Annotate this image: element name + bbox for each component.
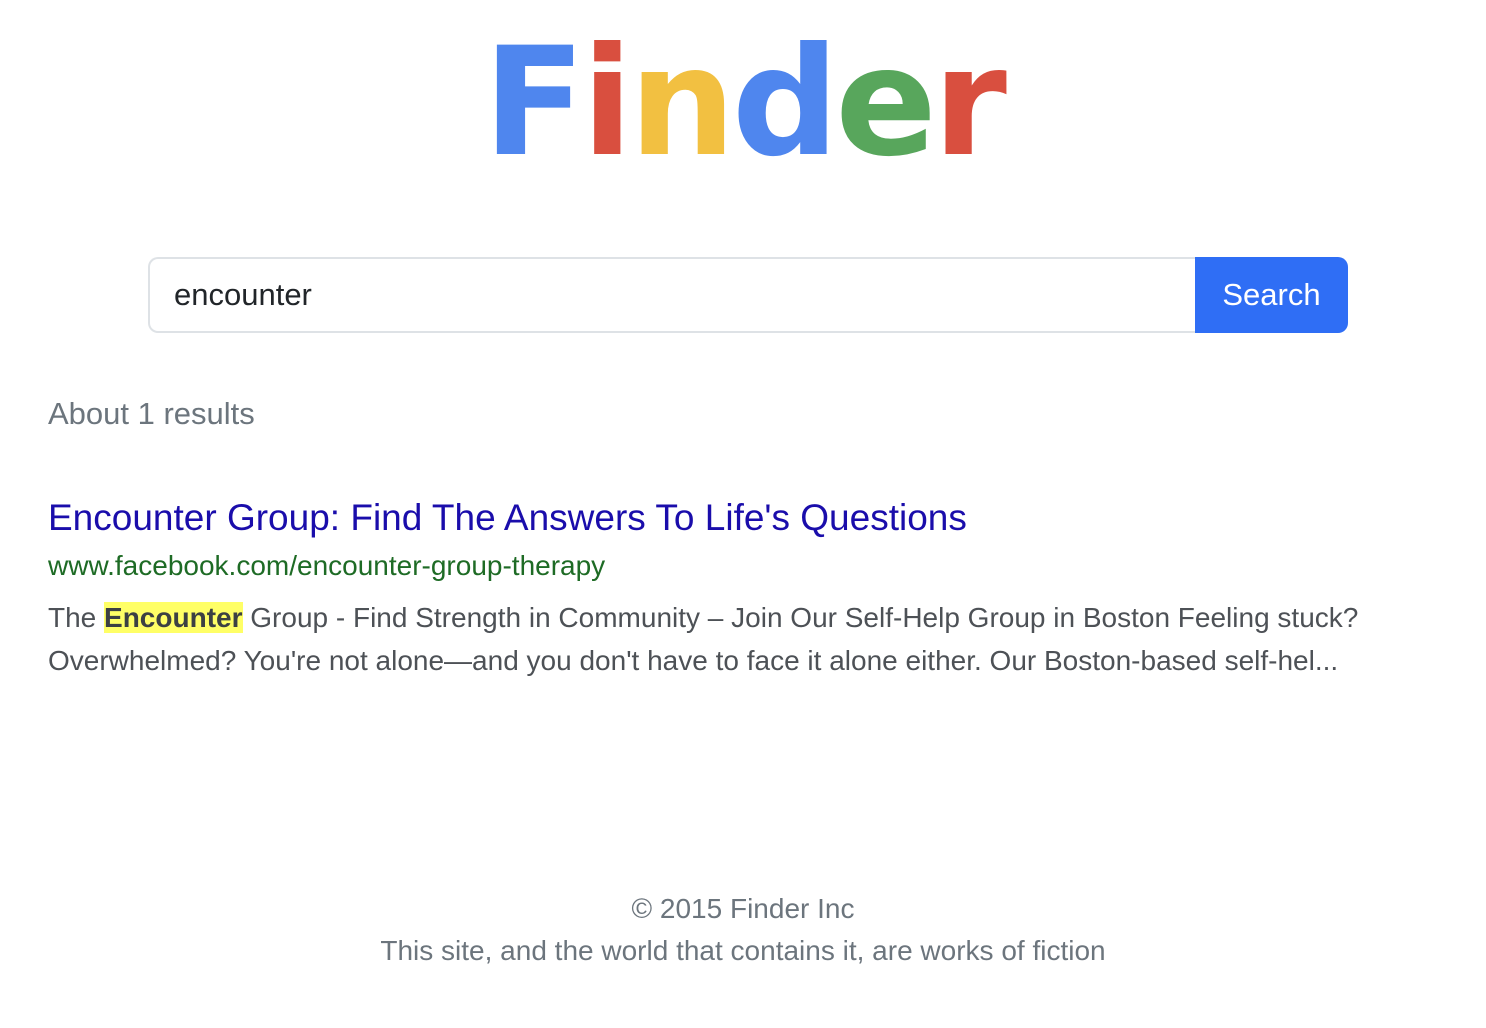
snippet-text-after: Group - Find Strength in Community – Joi… bbox=[48, 602, 1359, 676]
snippet-text-before: The bbox=[48, 602, 105, 633]
footer-copyright: © 2015 Finder Inc bbox=[631, 893, 855, 924]
footer-disclaimer: This site, and the world that contains i… bbox=[380, 935, 1106, 966]
result-url: www.facebook.com/encounter-group-therapy bbox=[48, 550, 606, 581]
logo-letter: F bbox=[483, 16, 585, 190]
search-result: Encounter Group: Find The Answers To Lif… bbox=[48, 494, 1448, 682]
search-form: Search bbox=[148, 257, 1348, 333]
logo-letter: i bbox=[581, 16, 633, 190]
search-input[interactable] bbox=[148, 257, 1195, 333]
logo-letter: n bbox=[629, 16, 736, 190]
logo-letter: e bbox=[835, 16, 937, 190]
search-button[interactable]: Search bbox=[1195, 257, 1348, 333]
finder-logo: Finder bbox=[0, 18, 1486, 188]
result-title-link[interactable]: Encounter Group: Find The Answers To Lif… bbox=[48, 494, 1448, 542]
snippet-highlight: Encounter bbox=[104, 602, 243, 633]
logo-letter: r bbox=[932, 16, 1007, 190]
result-snippet: The Encounter Group - Find Strength in C… bbox=[48, 596, 1448, 682]
logo-letter: d bbox=[731, 16, 839, 190]
footer: © 2015 Finder Inc This site, and the wor… bbox=[0, 888, 1486, 972]
result-count: About 1 results bbox=[48, 396, 255, 431]
